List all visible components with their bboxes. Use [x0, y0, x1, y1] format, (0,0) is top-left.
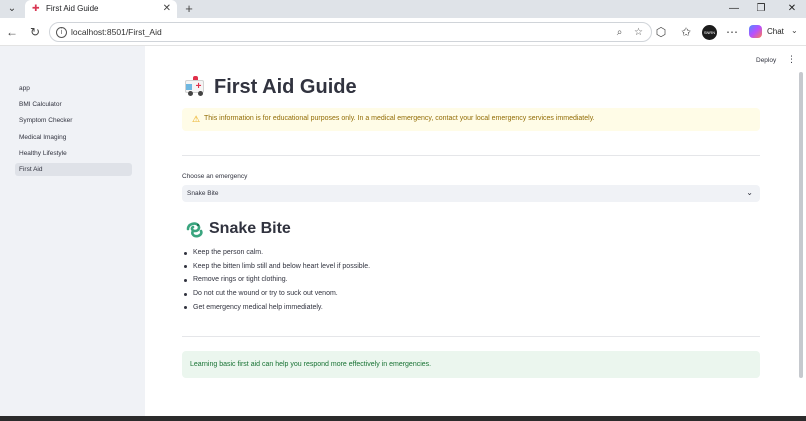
deploy-button[interactable]: Deploy — [756, 56, 776, 65]
address-bar[interactable]: i localhost:8501/First_Aid ⌕ ☆ — [49, 22, 652, 42]
close-tab-icon[interactable]: ✕ — [163, 2, 171, 15]
site-info-icon[interactable]: i — [56, 27, 67, 38]
divider — [182, 155, 760, 156]
success-tip-box: Learning basic first aid can help you re… — [182, 351, 760, 378]
restore-icon[interactable]: ❐ — [749, 1, 773, 16]
ambulance-icon: + — [185, 80, 204, 96]
zoom-icon[interactable]: ⌕ — [613, 26, 626, 39]
warning-alert: ⚠ This information is for educational pu… — [182, 108, 760, 131]
chat-label: Chat — [767, 27, 784, 36]
bookmark-star-icon[interactable]: ☆ — [632, 26, 645, 39]
chevron-down-icon[interactable]: ⌄ — [791, 25, 798, 37]
tip-text: Learning basic first aid can help you re… — [190, 361, 432, 368]
taskbar-strip — [0, 416, 806, 421]
warning-triangle-icon: ⚠ — [191, 114, 201, 124]
list-item: Get emergency medical help immediately. — [182, 303, 370, 317]
emergency-select[interactable]: Snake Bite ⌄ — [182, 185, 760, 202]
scrollbar[interactable] — [799, 72, 803, 378]
chevron-down-icon[interactable]: ⌄ — [746, 187, 753, 199]
close-window-icon[interactable]: ✕ — [780, 1, 804, 16]
emergency-select-value[interactable]: Snake Bite — [187, 189, 218, 198]
reload-icon[interactable]: ↻ — [27, 24, 43, 40]
list-item: Do not cut the wound or try to suck out … — [182, 289, 370, 303]
sidebar-nav: app BMI Calculator Symptom Checker Medic… — [0, 46, 145, 416]
more-options-icon[interactable]: ⋯ — [724, 24, 740, 40]
first-aid-steps-list: Keep the person calm. Keep the bitten li… — [182, 248, 370, 316]
sidebar-item-app[interactable]: app — [15, 82, 132, 95]
tab-search-chevron-icon[interactable]: ⌄ — [4, 2, 20, 16]
sidebar-item-symptom-checker[interactable]: Symptom Checker — [15, 114, 132, 127]
sidebar-item-bmi-calculator[interactable]: BMI Calculator — [15, 98, 132, 111]
sidebar-item-first-aid[interactable]: First Aid — [15, 163, 132, 176]
emergency-select-label: Choose an emergency — [182, 173, 248, 180]
sidebar-item-medical-imaging[interactable]: Medical Imaging — [15, 131, 132, 144]
warning-text: This information is for educational purp… — [204, 115, 595, 122]
sidebar-item-healthy-lifestyle[interactable]: Healthy Lifestyle — [15, 147, 132, 160]
snake-icon — [186, 222, 203, 238]
minimize-icon[interactable]: — — [722, 1, 746, 16]
new-tab-plus-icon[interactable]: + — [181, 1, 197, 17]
extensions-icon[interactable]: ⬡ — [653, 24, 669, 40]
siren-icon — [193, 76, 198, 80]
favorites-icon[interactable]: ✩ — [678, 24, 694, 40]
browser-tab-strip: ⌄ ✚ First Aid Guide ✕ + — ❐ ✕ — [0, 0, 806, 18]
profile-avatar[interactable]: SNRN — [702, 25, 717, 40]
page-title-text: First Aid Guide — [214, 76, 357, 98]
emergency-heading-text: Snake Bite — [209, 220, 291, 237]
list-item: Remove rings or tight clothing. — [182, 275, 370, 289]
browser-tab[interactable]: ✚ First Aid Guide ✕ — [25, 0, 177, 18]
list-item: Keep the person calm. — [182, 248, 370, 262]
divider — [182, 336, 760, 337]
copilot-logo-icon — [749, 25, 762, 38]
kebab-menu-icon[interactable]: ⋮ — [787, 54, 796, 65]
browser-toolbar: ← ↻ i localhost:8501/First_Aid ⌕ ☆ ⬡ ✩ S… — [0, 18, 806, 46]
back-arrow-icon[interactable]: ← — [4, 24, 20, 40]
url-text[interactable]: localhost:8501/First_Aid — [71, 27, 162, 38]
ambulance-favicon-icon: ✚ — [32, 3, 40, 13]
list-item: Keep the bitten limb still and below hea… — [182, 262, 370, 276]
tab-title: First Aid Guide — [46, 4, 99, 13]
main-content: Deploy ⋮ + First Aid Guide ⚠ This inform… — [145, 46, 806, 416]
